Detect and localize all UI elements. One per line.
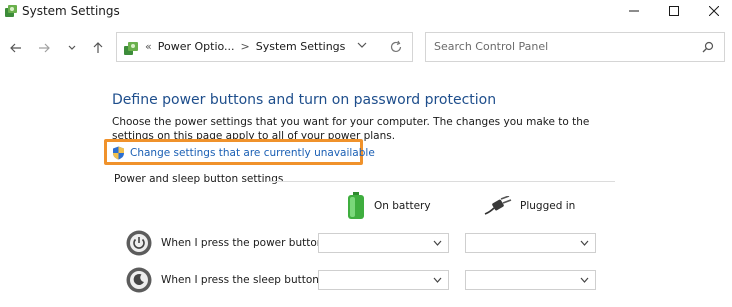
refresh-icon[interactable] [389, 40, 403, 54]
search-icon[interactable] [702, 41, 714, 53]
close-button[interactable] [696, 0, 732, 22]
sleep-button-label: When I press the sleep button: [161, 274, 323, 286]
section-divider [268, 181, 615, 182]
column-on-battery: On battery [346, 192, 431, 220]
arrow-right-icon [39, 43, 50, 53]
breadcrumb-item-system-settings[interactable]: System Settings [256, 40, 346, 53]
battery-icon [348, 192, 364, 219]
main-content: Define power buttons and turn on passwor… [0, 72, 732, 307]
control-panel-icon [124, 42, 138, 55]
chevron-down-icon [580, 277, 589, 283]
sleep-button-on-battery-select[interactable] [318, 270, 449, 290]
chevron-down-icon [68, 45, 76, 50]
forward-button[interactable] [34, 38, 54, 58]
breadcrumb-item-power-options[interactable]: Power Optio... [158, 40, 235, 53]
close-icon [709, 6, 719, 16]
column-label: On battery [374, 200, 431, 212]
recent-locations-button[interactable] [62, 38, 82, 58]
power-button-label: When I press the power button: [161, 237, 327, 249]
section-header: Power and sleep button settings [114, 173, 284, 185]
search-box[interactable]: Search Control Panel [425, 32, 725, 62]
change-settings-link[interactable]: Change settings that are currently unava… [112, 146, 375, 160]
arrow-up-icon [93, 42, 103, 53]
address-bar[interactable]: « Power Optio... > System Settings [116, 32, 413, 62]
chevron-down-icon[interactable] [357, 41, 367, 49]
uac-shield-icon [113, 146, 124, 160]
power-plug-icon [484, 196, 512, 215]
control-panel-icon [5, 5, 17, 17]
column-label: Plugged in [520, 200, 576, 212]
chevron-down-icon [433, 240, 442, 246]
change-settings-label[interactable]: Change settings that are currently unava… [130, 147, 375, 159]
minimize-icon [629, 10, 639, 12]
search-input[interactable]: Search Control Panel [434, 40, 548, 53]
column-plugged-in: Plugged in [484, 196, 575, 216]
arrow-left-icon [10, 43, 21, 53]
maximize-button[interactable] [656, 0, 692, 22]
power-button-on-battery-select[interactable] [318, 233, 449, 253]
chevron-down-icon [433, 277, 442, 283]
back-button[interactable] [6, 38, 26, 58]
window-title: System Settings [22, 4, 120, 18]
maximize-icon [669, 6, 679, 16]
sleep-button-icon [126, 267, 152, 293]
up-button[interactable] [88, 38, 108, 58]
page-title: Define power buttons and turn on passwor… [112, 92, 497, 108]
power-button-plugged-in-select[interactable] [465, 233, 596, 253]
breadcrumb-overflow[interactable]: « [145, 40, 152, 53]
minimize-button[interactable] [616, 0, 652, 22]
power-button-icon [126, 230, 152, 256]
chevron-down-icon [580, 240, 589, 246]
sleep-button-plugged-in-select[interactable] [465, 270, 596, 290]
breadcrumb-separator[interactable]: > [241, 40, 250, 53]
title-bar: System Settings [0, 0, 732, 22]
